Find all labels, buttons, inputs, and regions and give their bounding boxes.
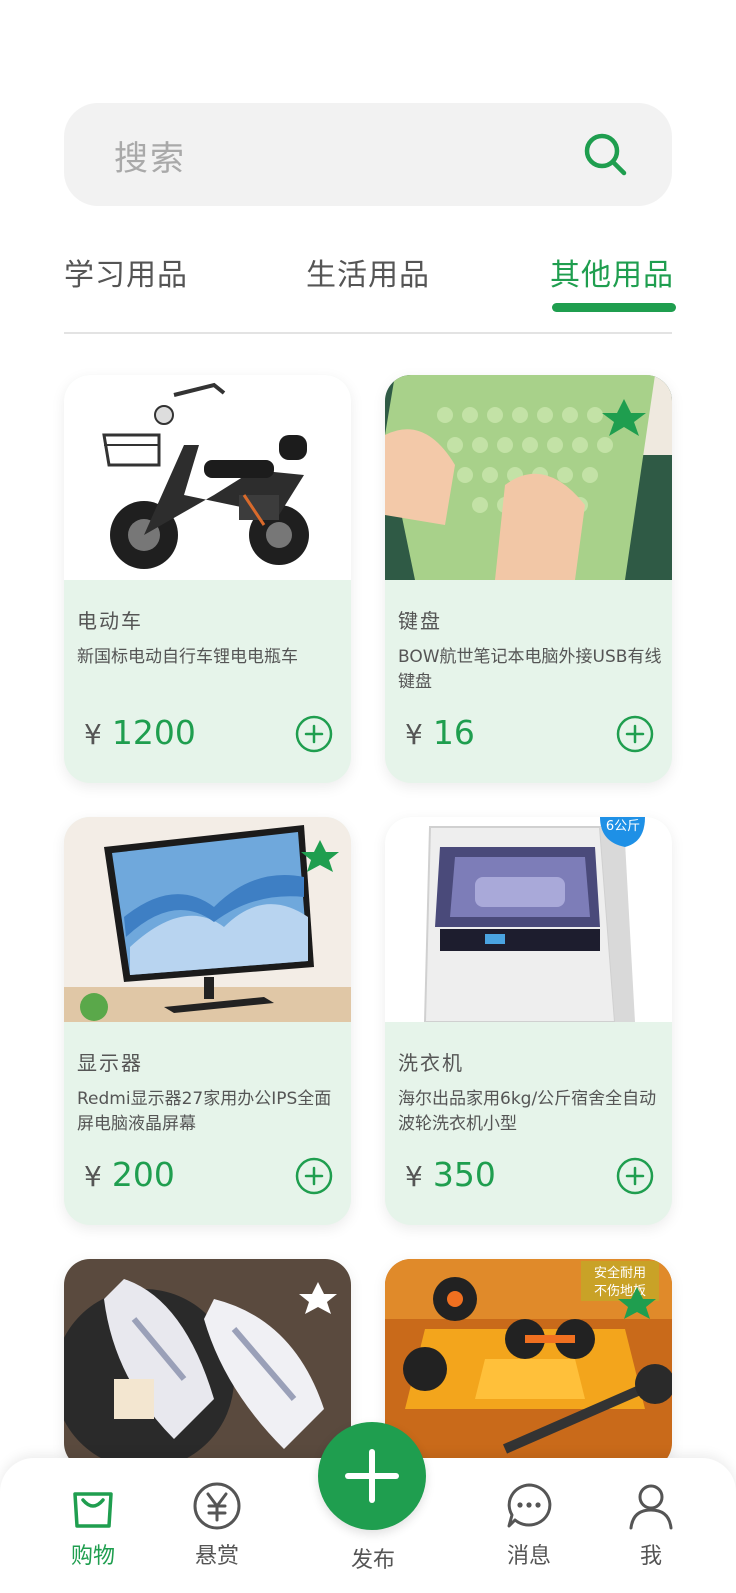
product-title: Redmi显示器27家用办公IPS全面屏电脑液晶屏幕 bbox=[77, 1089, 332, 1134]
nav-label: 购物 bbox=[70, 1544, 115, 1569]
nav-label: 我 bbox=[639, 1544, 662, 1569]
search-placeholder: 搜索 bbox=[114, 139, 186, 179]
user-icon bbox=[629, 1484, 673, 1530]
currency-symbol: ¥ bbox=[84, 718, 102, 751]
badge-line-1: 安全耐用 bbox=[594, 1265, 646, 1281]
product-price: ¥16 bbox=[405, 713, 475, 752]
nav-me[interactable]: 我 bbox=[606, 1480, 696, 1570]
price-value: 1200 bbox=[111, 713, 196, 752]
add-circle-icon[interactable] bbox=[616, 715, 654, 753]
product-price: ¥1200 bbox=[84, 713, 196, 752]
add-circle-icon[interactable] bbox=[616, 1157, 654, 1195]
product-card[interactable]: 键盘 BOW航世笔记本电脑外接USB有线键盘 ¥16 bbox=[385, 375, 672, 783]
product-card[interactable] bbox=[64, 1259, 351, 1469]
product-card[interactable]: 6公斤 洗衣机 海尔出品家用6kg/公斤宿舍全自动波轮洗衣机小型 ¥350 bbox=[385, 817, 672, 1225]
tab-daily-supplies[interactable]: 生活用品 bbox=[306, 250, 430, 294]
capacity-badge-text: 6公斤 bbox=[606, 819, 640, 834]
search-icon[interactable] bbox=[582, 131, 630, 179]
nav-reward[interactable]: 悬赏 bbox=[172, 1480, 262, 1570]
product-card[interactable]: 电动车 新国标电动自行车锂电电瓶车 ¥1200 bbox=[64, 375, 351, 783]
product-category: 显示器 bbox=[77, 1051, 143, 1075]
currency-symbol: ¥ bbox=[84, 1160, 102, 1193]
product-image-green-keyboard bbox=[385, 375, 672, 580]
nav-label: 悬赏 bbox=[194, 1544, 239, 1569]
nav-shopping[interactable]: 购物 bbox=[48, 1480, 138, 1570]
product-image-washing-machine: 6公斤 bbox=[385, 817, 672, 1022]
nav-label: 发布 bbox=[350, 1548, 395, 1573]
currency-symbol: ¥ bbox=[405, 1160, 423, 1193]
product-title: BOW航世笔记本电脑外接USB有线键盘 bbox=[398, 647, 662, 692]
product-image-monitor bbox=[64, 817, 351, 1022]
product-image-electric-bike bbox=[64, 375, 351, 580]
plus-icon bbox=[345, 1449, 399, 1503]
product-card[interactable]: 安全耐用 不伤地板 bbox=[385, 1259, 672, 1469]
product-category: 电动车 bbox=[77, 609, 143, 633]
nav-label: 消息 bbox=[506, 1544, 551, 1569]
yen-coin-icon bbox=[193, 1482, 241, 1530]
nav-publish[interactable]: 发布 bbox=[328, 1536, 418, 1574]
product-title: 新国标电动自行车锂电电瓶车 bbox=[77, 647, 298, 667]
tabs-divider bbox=[64, 332, 672, 334]
product-price: ¥350 bbox=[405, 1155, 496, 1194]
product-image-dumbbells: 安全耐用 不伤地板 bbox=[385, 1259, 672, 1464]
product-image-sneakers bbox=[64, 1259, 351, 1464]
publish-fab-button[interactable] bbox=[318, 1422, 426, 1530]
add-circle-icon[interactable] bbox=[295, 1157, 333, 1195]
currency-symbol: ¥ bbox=[405, 718, 423, 751]
search-bar[interactable]: 搜索 bbox=[64, 103, 672, 206]
product-price: ¥200 bbox=[84, 1155, 175, 1194]
product-card[interactable]: 显示器 Redmi显示器27家用办公IPS全面屏电脑液晶屏幕 ¥200 bbox=[64, 817, 351, 1225]
active-tab-indicator bbox=[552, 303, 676, 312]
price-value: 16 bbox=[432, 713, 475, 752]
price-value: 200 bbox=[111, 1155, 175, 1194]
nav-messages[interactable]: 消息 bbox=[484, 1480, 574, 1570]
product-category: 洗衣机 bbox=[398, 1051, 464, 1075]
chat-bubble-icon bbox=[507, 1483, 552, 1528]
add-circle-icon[interactable] bbox=[295, 715, 333, 753]
tab-other-supplies[interactable]: 其他用品 bbox=[550, 250, 674, 294]
shopping-bag-icon bbox=[73, 1492, 113, 1528]
category-tabs: 学习用品 生活用品 其他用品 bbox=[64, 250, 676, 312]
product-category: 键盘 bbox=[398, 609, 442, 633]
product-title: 海尔出品家用6kg/公斤宿舍全自动波轮洗衣机小型 bbox=[398, 1089, 657, 1134]
price-value: 350 bbox=[432, 1155, 496, 1194]
tab-study-supplies[interactable]: 学习用品 bbox=[64, 250, 188, 294]
